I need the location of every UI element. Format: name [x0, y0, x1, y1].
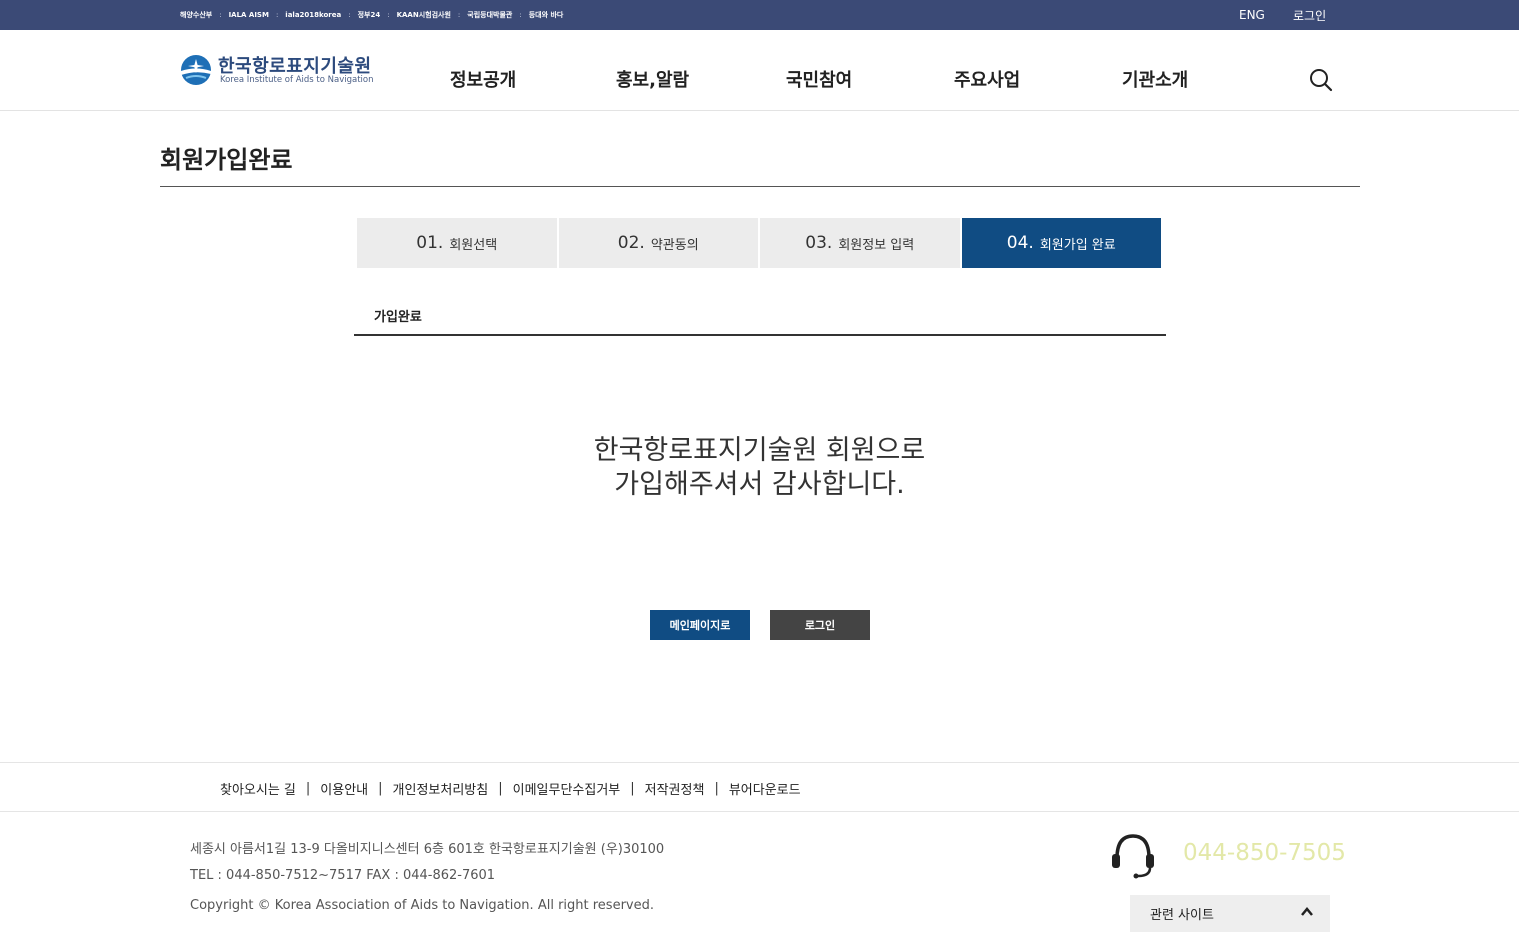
family-site-links: 해양수산부 : IALA AISM : iala2018korea : 정부24…: [180, 0, 563, 30]
util-link-kaan[interactable]: KAAN시험검사원: [397, 10, 451, 20]
step-number: 03.: [805, 233, 833, 253]
step-4-active: 04. 회원가입 완료: [961, 218, 1161, 268]
step-number: 02.: [617, 233, 645, 253]
util-link-iala[interactable]: IALA AISM: [229, 11, 269, 19]
footer-links-bar: 찾아오시는 길 | 이용안내 | 개인정보처리방침 | 이메일무단수집거부 | …: [0, 762, 1519, 812]
step-3: 03. 회원정보 입력: [760, 218, 962, 268]
nav-promotion[interactable]: 홍보,알람: [616, 66, 689, 92]
eng-link[interactable]: ENG: [1239, 0, 1265, 30]
logo-text-en: Korea Institute of Aids to Navigation: [220, 75, 374, 85]
util-link-museum[interactable]: 국립등대박물관: [467, 10, 512, 20]
nav-about[interactable]: 기관소개: [1122, 66, 1188, 92]
footer-separator: |: [630, 780, 635, 796]
step-1: 01. 회원선택: [357, 218, 559, 268]
footer-link-directions[interactable]: 찾아오시는 길: [220, 779, 296, 798]
util-link-lighthouse[interactable]: 등대와 바다: [529, 10, 564, 20]
utility-bar: 해양수산부 : IALA AISM : iala2018korea : 정부24…: [0, 0, 1519, 30]
footer-links: 찾아오시는 길 | 이용안내 | 개인정보처리방침 | 이메일무단수집거부 | …: [220, 763, 801, 813]
logo-icon: [181, 55, 211, 85]
section-divider: [354, 334, 1166, 336]
util-separator: :: [348, 11, 351, 19]
footer-link-privacy[interactable]: 개인정보처리방침: [393, 779, 489, 798]
signup-steps: 01. 회원선택 02. 약관동의 03. 회원정보 입력 04. 회원가입 완…: [357, 218, 1161, 268]
completion-message: 한국항로표지기술원 회원으로 가입해주셔서 감사합니다.: [0, 434, 1519, 502]
message-line-2: 가입해주셔서 감사합니다.: [614, 469, 905, 500]
header: 한국항로표지기술원 Korea Institute of Aids to Nav…: [0, 30, 1519, 111]
step-label: 회원선택: [449, 237, 498, 253]
section-subtitle: 가입완료: [374, 310, 422, 325]
footer-link-email-refusal[interactable]: 이메일무단수집거부: [513, 779, 621, 798]
util-separator: :: [219, 11, 222, 19]
site-logo[interactable]: 한국항로표지기술원 Korea Institute of Aids to Nav…: [180, 52, 385, 88]
step-label: 회원가입 완료: [1039, 237, 1116, 253]
login-button[interactable]: 로그인: [770, 610, 870, 640]
footer-separator: |: [305, 780, 311, 796]
footer-link-guide[interactable]: 이용안내: [320, 779, 368, 798]
footer-address: 세종시 아름서1길 13-9 다올비지니스센터 6층 601호 한국항로표지기술…: [190, 842, 665, 857]
step-number: 04.: [1006, 233, 1034, 253]
title-divider: [160, 186, 1360, 187]
headset-icon: [1112, 834, 1154, 879]
step-label: 회원정보 입력: [838, 237, 915, 253]
footer-tel-fax: TEL : 044-850-7512~7517 FAX : 044-862-76…: [190, 868, 496, 883]
util-link-iala2018[interactable]: iala2018korea: [285, 11, 341, 19]
util-separator: :: [519, 11, 522, 19]
step-label: 약관동의: [650, 237, 699, 253]
util-link-gov24[interactable]: 정부24: [358, 10, 381, 20]
step-2: 02. 약관동의: [558, 218, 760, 268]
footer-separator: |: [378, 780, 383, 796]
util-separator: :: [457, 11, 461, 19]
footer-copyright: Copyright © Korea Association of Aids to…: [190, 898, 654, 913]
chevron-up-icon: [1301, 907, 1313, 916]
util-separator: :: [275, 11, 279, 19]
top-login-link[interactable]: 로그인: [1293, 0, 1326, 30]
footer-separator: |: [714, 780, 719, 796]
util-link-mof[interactable]: 해양수산부: [180, 10, 212, 20]
related-sites-dropdown[interactable]: 관련 사이트: [1130, 895, 1330, 932]
footer-separator: |: [498, 780, 503, 796]
message-line-1: 한국항로표지기술원 회원으로: [593, 435, 926, 466]
go-main-page-button[interactable]: 메인페이지로: [650, 610, 750, 640]
util-separator: :: [387, 11, 390, 19]
page-title: 회원가입완료: [160, 146, 293, 174]
footer-link-copyright[interactable]: 저작권정책: [645, 779, 705, 798]
nav-info-disclosure[interactable]: 정보공개: [450, 66, 516, 92]
related-sites-label: 관련 사이트: [1150, 908, 1214, 923]
step-number: 01.: [416, 233, 444, 253]
search-icon[interactable]: [1309, 68, 1333, 92]
nav-main-business[interactable]: 주요사업: [954, 66, 1020, 92]
nav-participation[interactable]: 국민참여: [786, 66, 852, 92]
contact-phone: 044-850-7505: [1183, 840, 1346, 866]
footer-link-viewer[interactable]: 뷰어다운로드: [729, 779, 801, 798]
